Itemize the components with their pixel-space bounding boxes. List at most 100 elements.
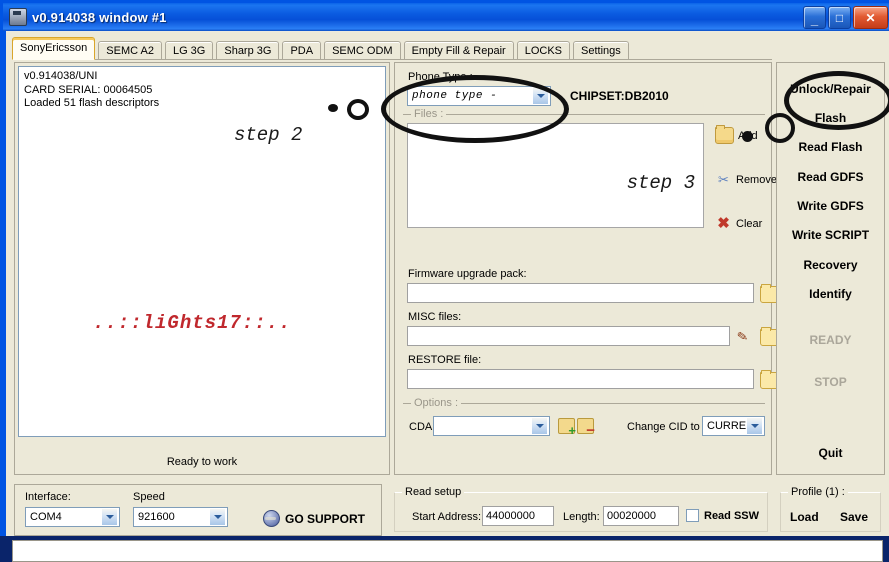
profile-save-button[interactable]: Save [840, 510, 868, 524]
read-gdfs-button[interactable]: Read GDFS [777, 170, 884, 184]
restore-file-label: RESTORE file: [408, 354, 482, 366]
tab-sharp-3g[interactable]: Sharp 3G [216, 41, 280, 60]
client-area: SonyEricsson SEMC A2 LG 3G Sharp 3G PDA … [6, 31, 889, 562]
unlock-repair-button[interactable]: Unlock/Repair [777, 82, 884, 96]
length-label: Length: [563, 511, 600, 523]
tab-underline [12, 59, 772, 60]
tab-settings[interactable]: Settings [573, 41, 629, 60]
window-title: v0.914038 window #1 [32, 9, 167, 25]
action-button-panel: Unlock/Repair Flash Read Flash Read GDFS… [776, 62, 885, 475]
minimize-button[interactable]: _ [803, 6, 826, 29]
add-card-icon[interactable] [558, 418, 576, 437]
read-setup-group-label: Read setup [402, 486, 465, 498]
identify-button[interactable]: Identify [777, 287, 884, 301]
log-panel: v0.914038/UNI CARD SERIAL: 00064505 Load… [14, 62, 390, 475]
profile-panel: Profile (1) : Load Save [778, 484, 885, 536]
app-icon [9, 8, 27, 26]
title-bar: v0.914038 window #1 _ □ ✕ [3, 3, 889, 31]
flash-button[interactable]: Flash [777, 111, 884, 125]
cda-select[interactable] [433, 416, 550, 436]
add-file-label: Add [738, 129, 758, 142]
tab-semc-odm[interactable]: SEMC ODM [324, 41, 401, 60]
interface-select[interactable]: COM4 [25, 507, 120, 527]
interface-label: Interface: [25, 491, 71, 503]
files-group-line [403, 114, 765, 115]
close-icon: ✕ [865, 10, 876, 25]
change-cid-select[interactable]: CURRENT [702, 416, 765, 436]
speed-value: 921600 [138, 511, 175, 523]
pencil-icon[interactable]: ✎ [733, 328, 752, 346]
go-support-button[interactable]: GO SUPPORT [263, 510, 365, 527]
tab-sonyericsson[interactable]: SonyEricsson [12, 37, 96, 60]
tab-pda[interactable]: PDA [282, 41, 322, 60]
start-address-label: Start Address: [412, 511, 482, 523]
files-group-label: Files : [411, 108, 447, 120]
read-ssw-checkbox[interactable]: Read SSW [686, 509, 759, 522]
tab-lg-3g[interactable]: LG 3G [164, 41, 214, 60]
progress-bar [12, 540, 883, 562]
options-group-label: Options : [411, 397, 462, 409]
clear-files-button[interactable]: ✖ Clear [715, 216, 762, 231]
interface-value: COM4 [30, 511, 62, 523]
cda-label: CDA [409, 421, 433, 433]
speed-label: Speed [133, 491, 165, 503]
application-window: v0.914038 window #1 _ □ ✕ SonyEricsson S… [0, 0, 889, 562]
log-line: v0.914038/UNI [24, 70, 98, 82]
scissors-icon: ✂ [718, 172, 729, 187]
length-input[interactable]: 00020000 [603, 506, 679, 526]
annotation-step3: step 3 [626, 172, 695, 194]
phone-type-value: phone type - [412, 90, 498, 102]
chevron-down-icon [531, 417, 548, 435]
change-cid-value: CURRENT [707, 420, 746, 432]
remove-file-label: Remove [736, 173, 777, 186]
annotation-step2: step 2 [234, 124, 303, 146]
restore-file-input[interactable] [407, 369, 754, 389]
red-x-icon: ✖ [717, 215, 730, 232]
write-script-button[interactable]: Write SCRIPT [777, 228, 884, 242]
quit-button[interactable]: Quit [777, 446, 884, 460]
firmware-pack-label: Firmware upgrade pack: [408, 268, 527, 280]
profile-load-button[interactable]: Load [790, 510, 819, 524]
log-output[interactable]: v0.914038/UNI CARD SERIAL: 00064505 Load… [18, 66, 386, 437]
file-list[interactable]: step 3 [407, 123, 704, 228]
write-gdfs-button[interactable]: Write GDFS [777, 199, 884, 213]
stop-button: STOP [814, 375, 847, 389]
log-status-label: Ready to work [166, 456, 238, 468]
log-line: CARD SERIAL: 00064505 [24, 83, 153, 96]
chevron-down-icon [101, 508, 118, 526]
read-setup-panel: Read setup Start Address: 44000000 Lengt… [388, 484, 772, 536]
watermark-text: ..::liGhts17::.. [93, 312, 292, 334]
clear-files-label: Clear [736, 217, 763, 230]
chevron-down-icon [209, 508, 226, 526]
misc-files-label: MISC files: [408, 311, 462, 323]
read-flash-button[interactable]: Read Flash [777, 140, 884, 154]
chipset-label: CHIPSET:DB2010 [570, 89, 669, 103]
ready-button: READY [809, 333, 852, 347]
read-ssw-label: Read SSW [704, 509, 760, 522]
phone-type-label: Phone Type : [408, 71, 473, 83]
remove-card-icon[interactable] [577, 418, 595, 438]
tab-strip: SonyEricsson SEMC A2 LG 3G Sharp 3G PDA … [12, 37, 772, 60]
phone-type-select[interactable]: phone type - [407, 86, 551, 106]
firmware-pack-input[interactable] [407, 283, 754, 303]
start-address-input[interactable]: 44000000 [482, 506, 554, 526]
window-controls: _ □ ✕ [803, 6, 888, 29]
minimize-icon: _ [810, 12, 819, 27]
chevron-down-icon [746, 417, 763, 435]
speed-select[interactable]: 921600 [133, 507, 228, 527]
maximize-button[interactable]: □ [828, 6, 851, 29]
maximize-icon: □ [835, 10, 844, 25]
close-button[interactable]: ✕ [853, 6, 888, 29]
tab-semc-a2[interactable]: SEMC A2 [98, 41, 162, 60]
profile-group: Profile (1) : [780, 486, 881, 532]
remove-file-button[interactable]: ✂ Remove [715, 172, 777, 187]
misc-files-input[interactable] [407, 326, 730, 346]
tab-locks[interactable]: LOCKS [516, 41, 571, 60]
log-line: Loaded 51 flash descriptors [24, 97, 160, 109]
tab-empty-fill-repair[interactable]: Empty Fill & Repair [403, 41, 514, 60]
profile-group-label: Profile (1) : [788, 486, 848, 498]
recovery-button[interactable]: Recovery [777, 258, 884, 272]
folder-add-icon [715, 125, 734, 144]
add-file-button[interactable]: Add [715, 125, 758, 144]
flash-settings-panel: Phone Type : phone type - CHIPSET:DB2010… [394, 62, 779, 475]
